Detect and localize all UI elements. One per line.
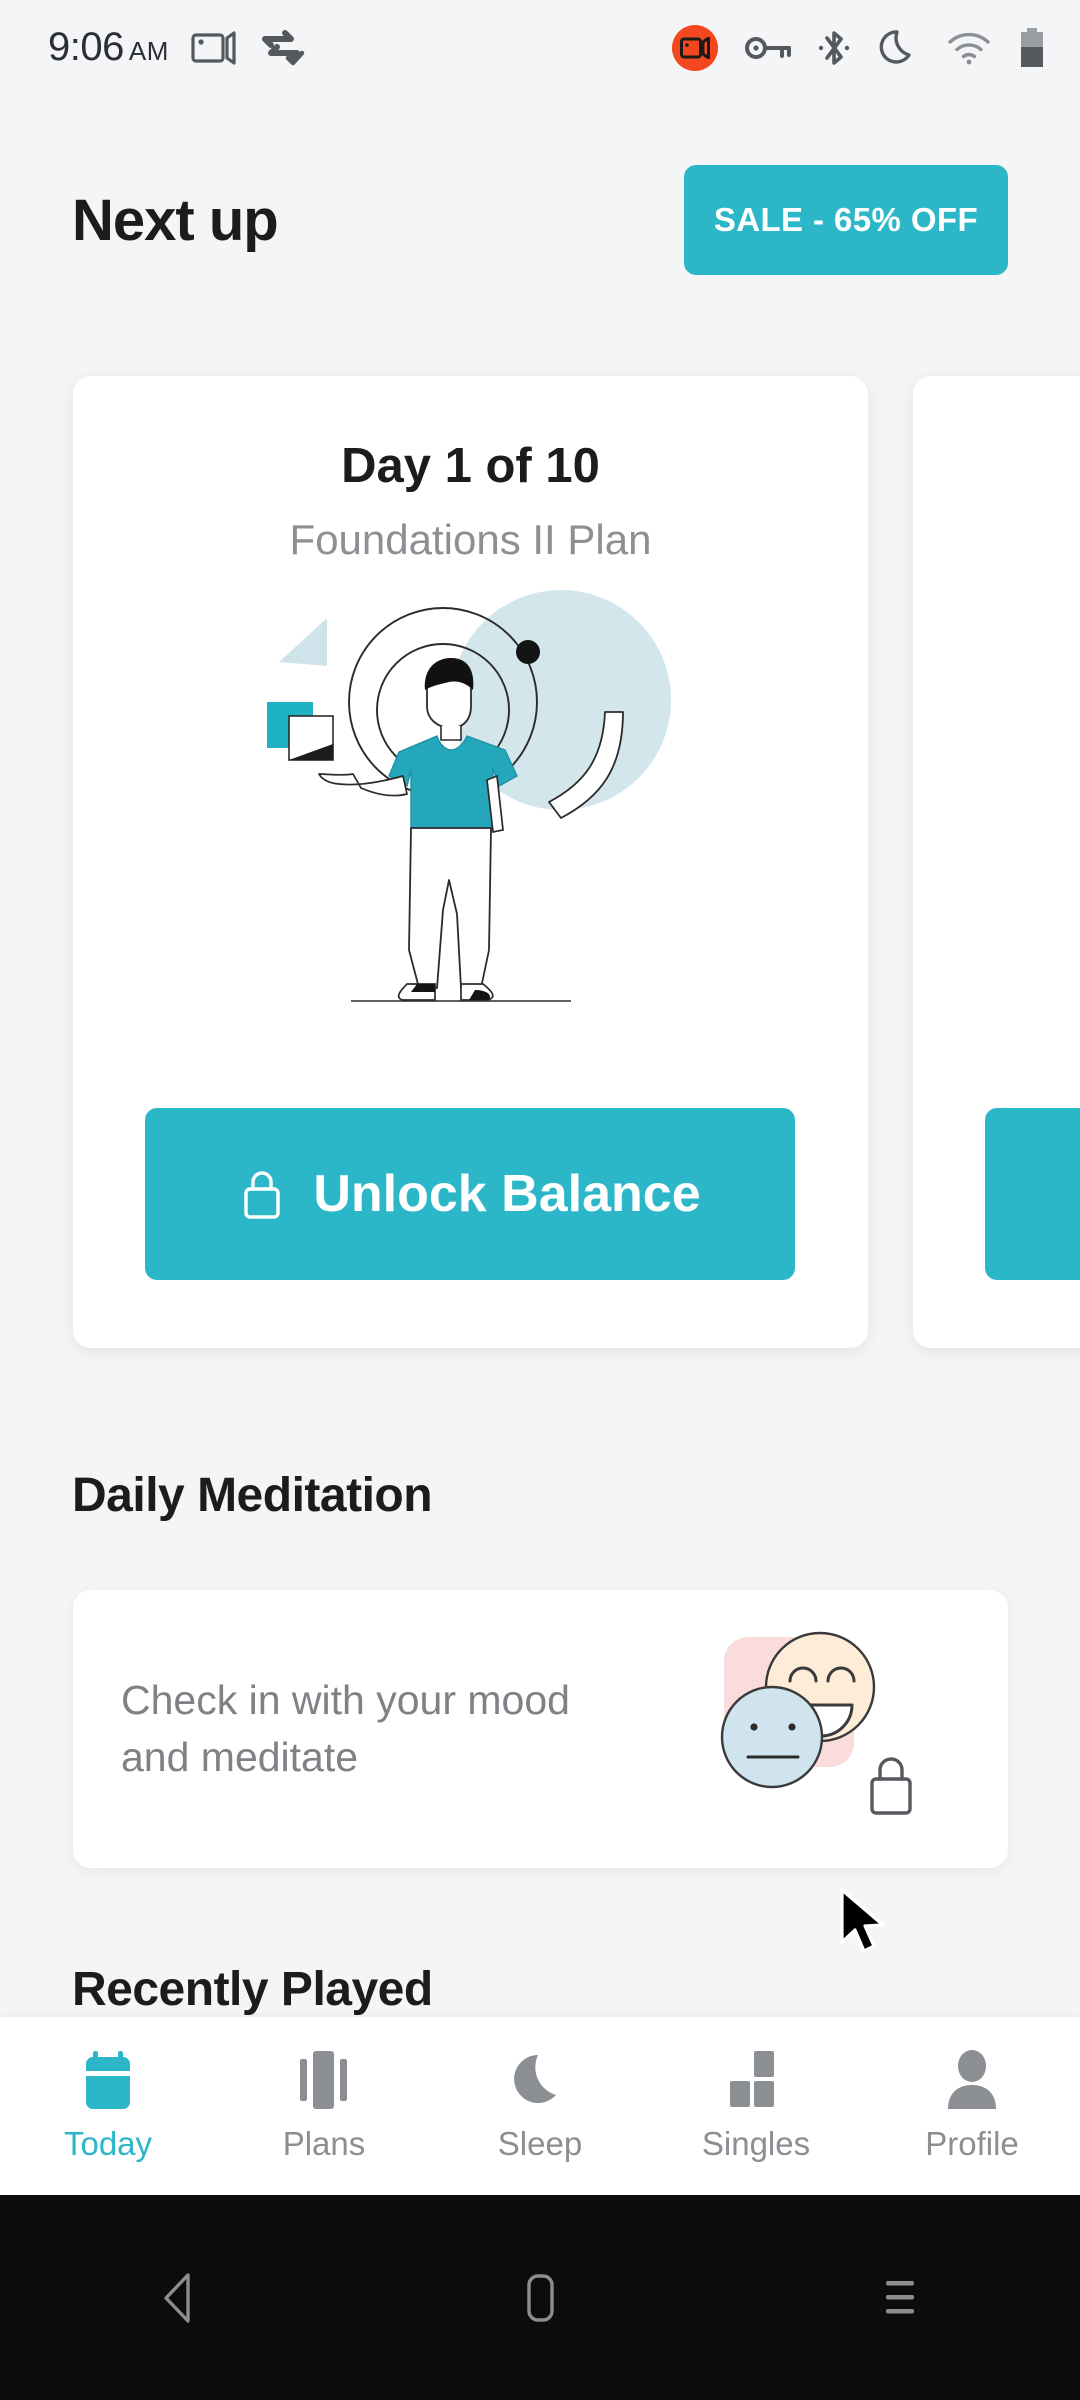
status-bar-clock: 9:06 AM (48, 25, 169, 70)
back-button[interactable] (0, 2269, 360, 2327)
calendar-icon (78, 2049, 138, 2111)
page-title: Next up (72, 187, 279, 253)
daily-meditation-text: Check in with your mood and meditate (121, 1677, 570, 1780)
plan-card[interactable]: Day 1 of 10 Foundations II Plan Unlock B… (73, 376, 868, 1348)
status-bar-right (672, 24, 1046, 71)
tab-singles-label: Singles (701, 2125, 811, 2162)
tab-today-label: Today (63, 2125, 153, 2162)
balance-illustration (266, 590, 671, 1002)
tab-sleep[interactable]: Sleep (432, 2049, 648, 2163)
tab-sleep-label: Sleep (497, 2125, 583, 2162)
bars-icon (294, 2049, 354, 2111)
unlock-balance-label: Unlock Balance (313, 1165, 701, 1223)
page-header: Next up SALE - 65% OFF (0, 150, 1080, 290)
back-triangle-icon (164, 2272, 190, 2323)
mood-illustration (710, 1619, 960, 1839)
plan-day-label: Day 1 of 10 (341, 439, 600, 493)
tab-today[interactable]: Today (0, 2049, 216, 2163)
wifi-icon (948, 32, 990, 64)
sale-button[interactable]: SALE - 65% OFF (683, 165, 1008, 275)
plan-card-next[interactable] (913, 376, 1080, 1348)
plan-carousel[interactable]: Day 1 of 10 Foundations II Plan Unlock B… (0, 376, 1080, 1348)
screen-cast-icon (191, 30, 236, 65)
recents-menu-icon (886, 2280, 914, 2313)
daily-meditation-card[interactable]: Check in with your mood and meditate (73, 1590, 1008, 1868)
next-card-button[interactable] (985, 1108, 1080, 1280)
tab-plans-label: Plans (282, 2125, 366, 2162)
unlock-balance-button[interactable]: Unlock Balance (145, 1108, 795, 1280)
clock-time: 9:06 (48, 25, 124, 69)
home-rect-icon (527, 2273, 554, 2322)
person-icon (942, 2049, 1002, 2111)
clock-meridiem: AM (128, 36, 169, 66)
moon-icon (510, 2049, 570, 2111)
do-not-disturb-moon-icon (879, 29, 911, 64)
lock-icon (870, 1757, 912, 1815)
tab-singles[interactable]: Singles (648, 2049, 864, 2163)
blocks-icon (726, 2049, 786, 2111)
bluetooth-icon (818, 30, 850, 65)
section-title-recently-played: Recently Played (72, 1963, 433, 2016)
home-button[interactable] (360, 2269, 720, 2327)
mouse-cursor (840, 1888, 885, 1953)
lock-icon (244, 1171, 281, 1219)
plan-name-label: Foundations II Plan (289, 516, 652, 563)
battery-icon (1021, 27, 1043, 67)
status-bar-left: 9:06 AM (48, 25, 305, 70)
section-title-daily-meditation: Daily Meditation (72, 1469, 433, 1522)
tab-profile[interactable]: Profile (864, 2049, 1080, 2163)
bottom-tab-bar[interactable]: Today Plans Sleep Singles Profile (0, 2017, 1080, 2195)
recents-button[interactable] (720, 2269, 1080, 2327)
tab-profile-label: Profile (925, 2125, 1019, 2162)
app-screen: 9:06 AM Next up SALE - 65% OFF Day 1 of … (0, 0, 1080, 2400)
status-bar: 9:06 AM (0, 0, 1080, 95)
android-nav-bar[interactable] (0, 2195, 1080, 2400)
next-card-illustration (1033, 676, 1080, 896)
data-saver-check-icon (261, 29, 305, 65)
tab-plans[interactable]: Plans (216, 2049, 432, 2163)
vpn-key-icon (745, 36, 791, 59)
screen-record-badge-icon (672, 24, 718, 71)
